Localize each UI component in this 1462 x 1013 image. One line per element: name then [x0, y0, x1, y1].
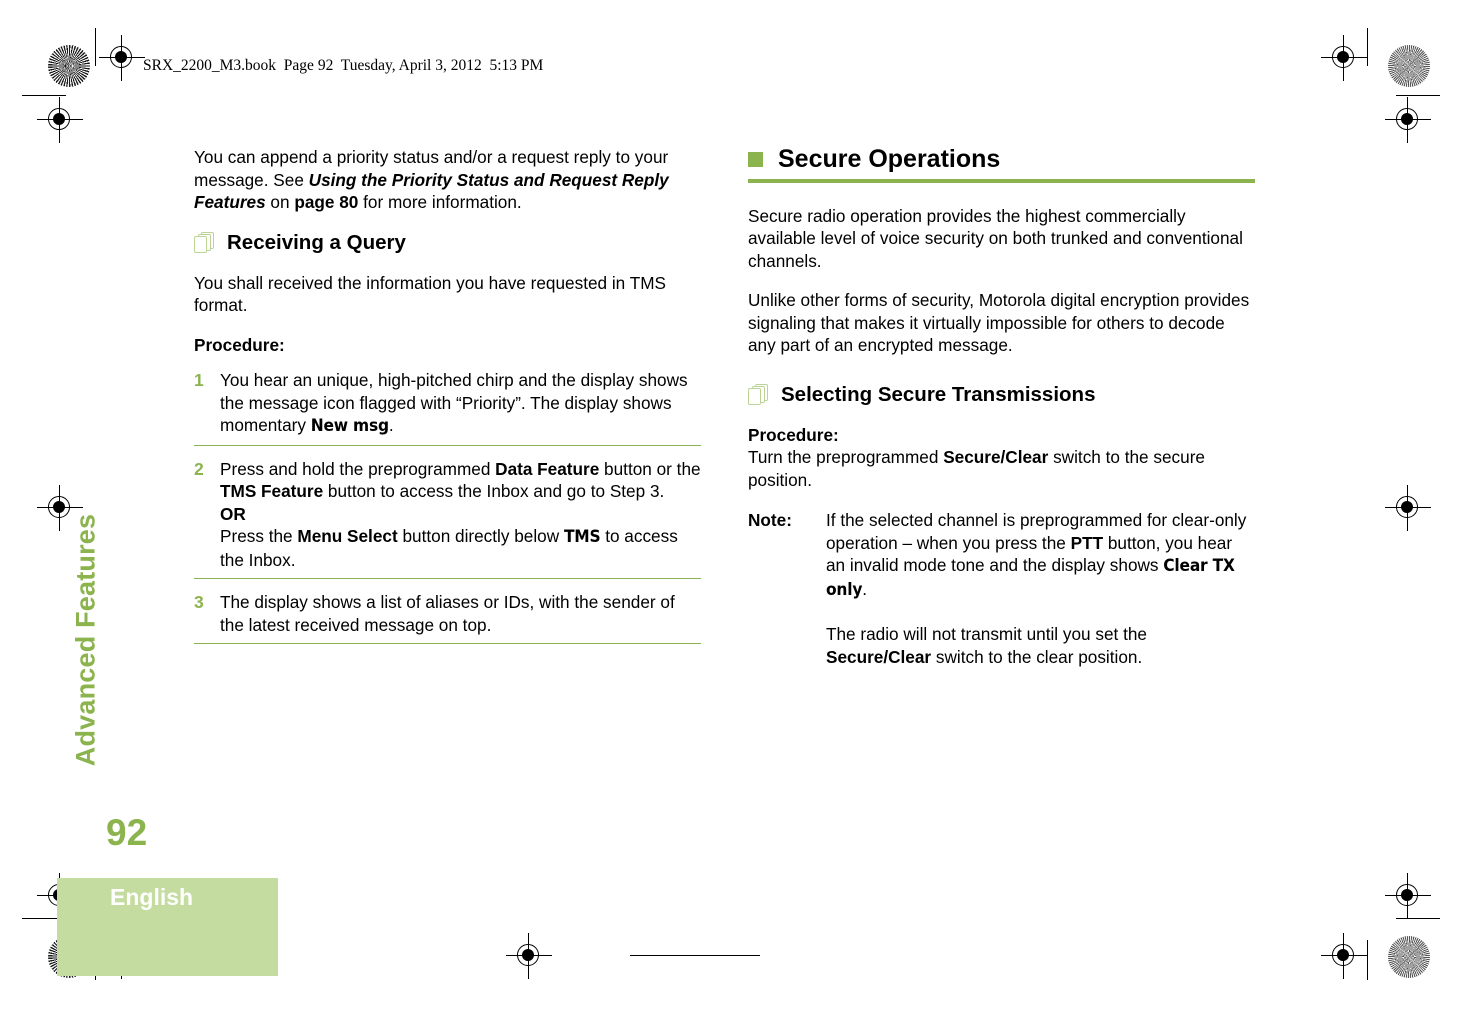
star-target-top-right [1388, 45, 1430, 87]
lead-paragraph: You shall received the information you h… [194, 272, 666, 316]
language-label: English [110, 884, 194, 910]
note-bold-ptt: PTT [1070, 532, 1104, 553]
registration-mark-top-left-inner [99, 35, 145, 81]
star-target-bottom-right [1388, 936, 1430, 978]
step1-text-part1: You hear an unique, high-pitched chirp a… [220, 370, 688, 435]
step1-display-text: New msg [310, 416, 389, 436]
step2-bold-tms-feature: TMS Feature [220, 481, 324, 501]
step-body: Press and hold the preprogrammed Data Fe… [220, 458, 701, 572]
registration-mark-top-right-inner [1321, 35, 1367, 81]
procedure-text-part1: Turn the preprogrammed [748, 447, 944, 467]
page-number: 92 [106, 812, 148, 853]
stacked-pages-icon [748, 383, 770, 407]
procedure-step-2: 2 Press and hold the preprogrammed Data … [194, 458, 701, 579]
chapter-title: Advanced Features [70, 513, 101, 767]
left-column: You can append a priority status and/or … [194, 146, 701, 656]
note-paragraph-2: The radio will not transmit until you se… [826, 623, 1255, 668]
note-bold-secure-clear: Secure/Clear [826, 646, 932, 667]
stacked-pages-icon [194, 231, 216, 255]
procedure-text-right: Turn the preprogrammed Secure/Clear swit… [748, 446, 1255, 491]
procedure-step-1: 1 You hear an unique, high-pitched chirp… [194, 369, 701, 446]
secure-paragraph-2: Unlike other forms of security, Motorola… [748, 290, 1250, 355]
procedure-label-left: Procedure: [194, 334, 701, 357]
note-block: Note: If the selected channel is preprog… [748, 509, 1255, 668]
crop-line-bottom-center [630, 955, 760, 957]
secure-paragraph-1: Secure radio operation provides the high… [748, 205, 1243, 271]
note-paragraph-1: If the selected channel is preprogrammed… [826, 509, 1255, 601]
heading-rule [748, 179, 1255, 183]
note-p2-part1: The radio will not transmit until you se… [826, 624, 1147, 644]
section-heading-text: Receiving a Query [227, 230, 406, 254]
procedure-bold-secure-clear: Secure/Clear [943, 447, 1049, 467]
crop-line-bottom-right-horizontal [1396, 918, 1440, 920]
registration-mark-right-upper [1385, 97, 1431, 143]
registration-mark-right-lower [1385, 873, 1431, 919]
square-bullet-icon [748, 152, 763, 167]
step2-text-part1: Press and hold the preprogrammed [220, 458, 496, 479]
step-body: The display shows a list of aliases or I… [220, 592, 675, 635]
crop-line-top-left-vertical [95, 28, 97, 66]
step1-text-part2: . [388, 415, 394, 435]
crop-line-bottom-right-vertical [1367, 940, 1369, 980]
intro-page-reference: page 80 [294, 192, 359, 212]
step2-bold-data-feature: Data Feature [495, 458, 600, 479]
note-p1-part3: . [862, 578, 867, 599]
main-heading-text: Secure Operations [778, 145, 1001, 173]
note-p2-part2: switch to the clear position. [931, 646, 1143, 667]
step2-or-label: OR [220, 503, 246, 524]
right-column: Secure Operations Secure radio operation… [748, 146, 1255, 668]
registration-mark-bottom-center [506, 933, 552, 979]
crop-line-top-right-vertical [1367, 28, 1369, 66]
note-body: If the selected channel is preprogrammed… [826, 509, 1255, 668]
procedure-step-3: 3 The display shows a list of aliases or… [194, 591, 701, 644]
crop-line-top-right-horizontal [1396, 95, 1440, 97]
procedure-label-right: Procedure: [748, 424, 1255, 447]
step-body: You hear an unique, high-pitched chirp a… [220, 369, 701, 438]
note-label: Note: [748, 510, 792, 530]
step-number: 1 [194, 370, 204, 390]
document-page: SRX_2200_M3.book Page 92 Tuesday, April … [0, 0, 1462, 1013]
step2-text-part2: button or the [599, 458, 701, 479]
procedure-label-text: Procedure: [194, 334, 285, 355]
registration-mark-bottom-right-inner [1321, 933, 1367, 979]
procedure-label-text: Procedure: [748, 424, 839, 445]
step2-text-part4: Press the [220, 526, 298, 546]
section-heading-selecting-secure-transmissions: Selecting Secure Transmissions [748, 383, 1255, 407]
intro-paragraph: You can append a priority status and/or … [194, 146, 701, 214]
step-number: 2 [194, 458, 204, 479]
step2-text-part3: button to access the Inbox and go to Ste… [323, 481, 665, 501]
main-heading-secure-operations: Secure Operations [748, 146, 1255, 183]
step2-display-text: TMS [563, 527, 601, 547]
section-heading-receiving-a-query: Receiving a Query [194, 231, 701, 255]
chapter-tab: Advanced Features [0, 0, 101, 1013]
book-file-header: SRX_2200_M3.book Page 92 Tuesday, April … [143, 57, 544, 74]
section-heading-text: Selecting Secure Transmissions [781, 382, 1096, 406]
intro-text-part2: on [265, 192, 295, 212]
step2-bold-menu-select: Menu Select [297, 526, 398, 546]
intro-text-part3: for more information. [358, 192, 522, 212]
step-number: 3 [194, 592, 204, 612]
registration-mark-right-middle [1385, 485, 1431, 531]
step2-text-part5: button directly below [397, 526, 564, 546]
